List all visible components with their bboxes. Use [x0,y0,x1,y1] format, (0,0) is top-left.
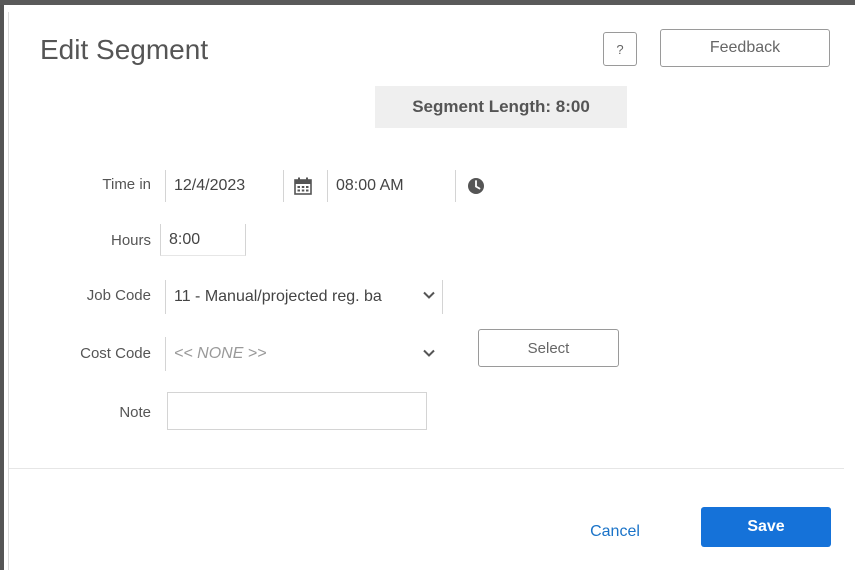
edit-segment-dialog: Edit Segment ? Feedback Segment Length: … [8,12,844,570]
window-left-border [0,5,4,570]
job-code-label: Job Code [86,287,151,304]
note-input[interactable] [167,392,427,430]
time-in-label: Time in [102,176,151,193]
dialog-title: Edit Segment [40,34,209,65]
time-input[interactable]: 08:00 AM [327,170,455,202]
hours-label: Hours [110,232,151,249]
cost-code-label: Cost Code [80,345,151,362]
date-input[interactable]: 12/4/2023 [165,170,283,202]
calendar-icon[interactable] [283,170,321,202]
help-button[interactable]: ? [603,32,637,66]
segment-length-banner: Segment Length: 8:00 [375,86,627,128]
note-label: Note [119,404,151,421]
select-cost-code-button[interactable]: Select [478,329,619,367]
cancel-button[interactable]: Cancel [572,518,658,546]
clock-icon[interactable] [455,170,495,202]
window-top-border [0,0,855,5]
hours-input[interactable]: 8:00 [160,224,246,256]
chevron-down-icon[interactable] [422,288,436,305]
footer-divider [9,468,844,469]
cost-code-select[interactable]: << NONE >> [165,337,445,371]
chevron-down-icon[interactable] [422,346,436,363]
feedback-button[interactable]: Feedback [660,29,830,67]
cost-code-value: << NONE >> [174,345,267,362]
save-button[interactable]: Save [701,507,831,547]
job-code-value: 11 - Manual/projected reg. ba [174,288,382,305]
job-code-select[interactable]: 11 - Manual/projected reg. ba [165,280,443,314]
